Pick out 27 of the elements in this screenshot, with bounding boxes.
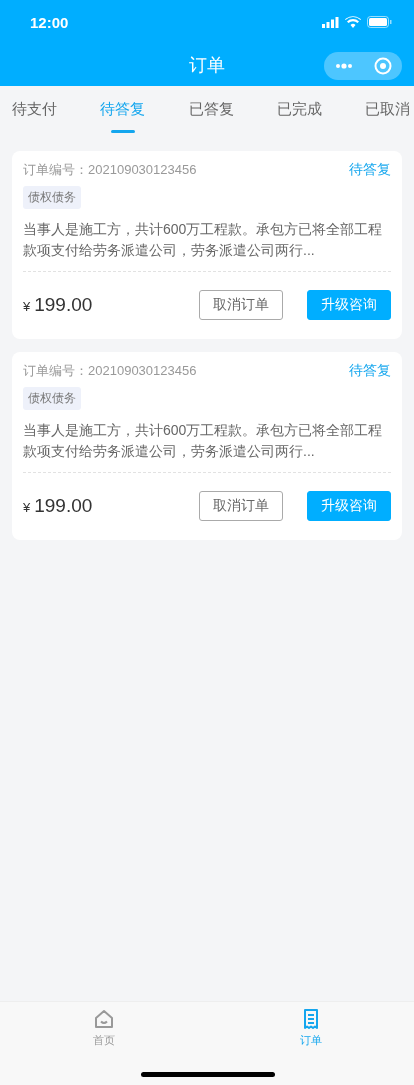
active-tab-indicator bbox=[110, 130, 135, 133]
close-icon[interactable] bbox=[373, 57, 392, 75]
order-status: 待答复 bbox=[349, 161, 391, 179]
home-icon bbox=[92, 1008, 115, 1030]
order-tab[interactable]: 已取消 bbox=[365, 86, 410, 135]
order-price: ¥ 199.00 bbox=[23, 294, 94, 316]
page-title: 订单 bbox=[189, 54, 225, 77]
order-number: 订单编号：202109030123456 bbox=[23, 161, 197, 179]
order-tab[interactable]: 待支付 bbox=[12, 86, 57, 135]
order-tab[interactable]: 已答复 bbox=[188, 86, 234, 135]
more-icon[interactable] bbox=[334, 63, 353, 69]
status-time: 12:00 bbox=[30, 13, 69, 31]
capsule-menu[interactable] bbox=[324, 52, 402, 80]
cancel-order-button[interactable]: 取消订单 bbox=[199, 290, 283, 320]
battery-icon bbox=[367, 16, 392, 28]
cancel-order-button[interactable]: 取消订单 bbox=[199, 491, 283, 521]
category-tag: 债权债务 bbox=[23, 186, 81, 209]
order-price: ¥ 199.00 bbox=[23, 495, 94, 517]
order-description: 当事人是施工方，共计600万工程款。承包方已将全部工程款项支付给劳务派遣公司，劳务派遣公司两行... bbox=[23, 219, 391, 272]
category-tag: 债权债务 bbox=[23, 387, 81, 410]
order-tab[interactable]: 已完成 bbox=[276, 86, 322, 135]
order-number: 订单编号：202109030123456 bbox=[23, 362, 197, 380]
signal-icon bbox=[322, 16, 339, 28]
order-status: 待答复 bbox=[349, 362, 391, 380]
tab-bar-item[interactable]: 首页 bbox=[0, 1002, 207, 1048]
order-description: 当事人是施工方，共计600万工程款。承包方已将全部工程款项支付给劳务派遣公司，劳务派遣公司两行... bbox=[23, 420, 391, 473]
wifi-icon bbox=[345, 16, 361, 28]
